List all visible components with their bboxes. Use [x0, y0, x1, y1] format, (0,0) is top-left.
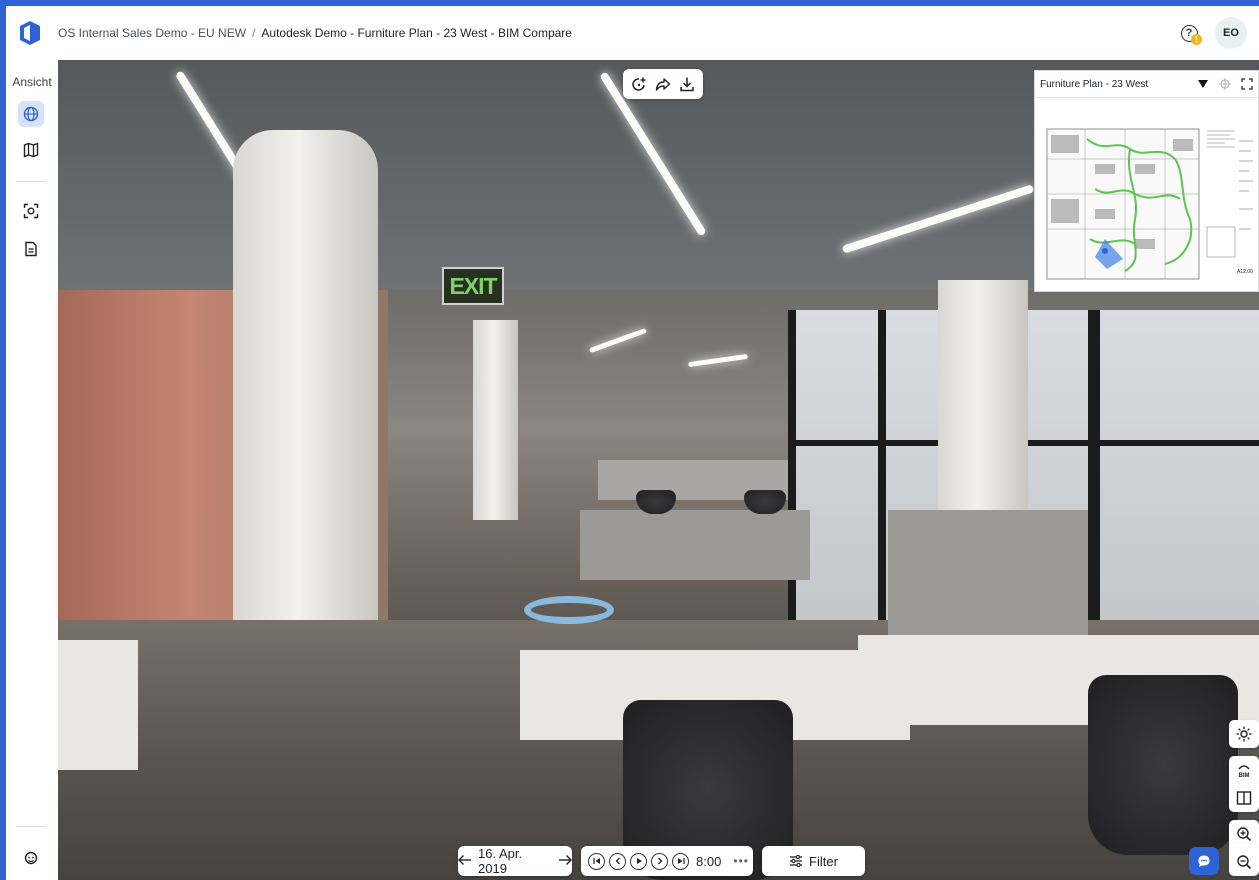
sidebar-item-capture[interactable] — [18, 198, 44, 224]
exit-sign: EXIT — [442, 267, 504, 305]
bim-icon: BIM — [1238, 765, 1250, 779]
help-button[interactable]: ? ! — [1175, 19, 1203, 47]
more-options-button[interactable]: ••• — [733, 854, 749, 868]
date-selector: 16. Apr. 2019 — [458, 846, 572, 876]
skip-to-start-button[interactable] — [588, 852, 605, 870]
zoom-in-button[interactable] — [1229, 820, 1259, 848]
arrow-right-icon — [559, 854, 572, 865]
zoom-out-icon — [1237, 855, 1252, 870]
filter-button[interactable]: Filter — [762, 846, 865, 876]
skip-end-icon — [677, 858, 685, 864]
skip-start-icon — [592, 858, 600, 864]
download-icon — [680, 77, 694, 92]
minimap-expand[interactable] — [1236, 73, 1258, 95]
panorama-viewer[interactable]: EXIT Furniture Plan - 23 West A12.00 BIM… — [58, 60, 1259, 880]
pillar — [473, 320, 518, 520]
zoom-in-icon — [1237, 827, 1252, 842]
viewer-toolbar — [623, 69, 703, 99]
desk — [58, 640, 138, 770]
share-button[interactable] — [653, 74, 673, 94]
zoom-out-button[interactable] — [1229, 848, 1259, 876]
split-view-button[interactable] — [1229, 784, 1259, 812]
add-capture-button[interactable] — [629, 74, 649, 94]
ceiling-light — [588, 327, 648, 354]
desk-partition — [580, 510, 810, 580]
chevron-left-icon — [615, 857, 620, 865]
add-capture-icon — [632, 77, 646, 91]
share-icon — [655, 78, 671, 91]
step-back-button[interactable] — [609, 852, 626, 870]
expand-icon — [1241, 78, 1253, 90]
previous-date-button[interactable] — [458, 854, 472, 869]
support-icon — [24, 851, 38, 865]
breadcrumb-separator: / — [252, 26, 256, 40]
sheet-id: A12.00 — [1237, 269, 1253, 275]
header: OS Internal Sales Demo - EU NEW / Autode… — [6, 6, 1259, 60]
capture-date[interactable]: 16. Apr. 2019 — [478, 846, 552, 876]
window-frame — [788, 310, 796, 640]
pillar — [233, 130, 378, 650]
sidebar-divider-bottom — [16, 826, 46, 827]
minimap-header: Furniture Plan - 23 West — [1035, 71, 1258, 98]
map-icon — [23, 142, 39, 158]
document-icon — [25, 241, 37, 257]
sidebar-item-map[interactable] — [18, 137, 44, 163]
chat-icon — [1198, 855, 1210, 867]
sidebar-item-360-view[interactable] — [18, 101, 44, 127]
minimap-panel: Furniture Plan - 23 West A12.00 — [1034, 70, 1259, 292]
minimap-title[interactable]: Furniture Plan - 23 West — [1040, 79, 1192, 90]
sidebar-item-support[interactable] — [18, 845, 44, 871]
sun-icon — [1236, 726, 1252, 742]
header-actions: ? ! EO — [1175, 17, 1247, 49]
window-frame — [878, 310, 886, 640]
split-view-icon — [1236, 791, 1252, 805]
breadcrumb-project[interactable]: OS Internal Sales Demo - EU NEW — [58, 26, 246, 40]
playback-controls: 8:00 ••• — [581, 846, 753, 876]
step-forward-button[interactable] — [651, 852, 668, 870]
window-frame — [1088, 310, 1100, 640]
breadcrumb-current: Autodesk Demo - Furniture Plan - 23 West… — [261, 26, 572, 40]
filter-label: Filter — [809, 853, 838, 869]
avatar[interactable]: EO — [1215, 17, 1247, 49]
minimap-locate[interactable] — [1214, 73, 1236, 95]
play-icon — [636, 858, 642, 864]
sidebar: Ansicht — [6, 60, 58, 880]
chevron-right-icon — [657, 857, 662, 865]
sidebar-label: Ansicht — [12, 75, 52, 89]
help-badge: ! — [1191, 34, 1202, 45]
play-button[interactable] — [630, 852, 647, 870]
crosshair-icon — [1219, 78, 1231, 90]
floor-plan[interactable]: A12.00 — [1035, 99, 1258, 291]
app-logo[interactable] — [18, 20, 42, 46]
globe-icon — [23, 106, 39, 122]
filter-icon — [790, 855, 803, 867]
navigation-target[interactable] — [524, 596, 614, 624]
ceiling-light — [687, 353, 749, 368]
breadcrumb: OS Internal Sales Demo - EU NEW / Autode… — [58, 26, 572, 40]
sidebar-divider — [16, 181, 46, 182]
brightness-button[interactable] — [1229, 720, 1259, 748]
caret-down-icon — [1198, 80, 1208, 88]
svg-text:BIM: BIM — [1239, 773, 1250, 779]
office-chair — [744, 490, 786, 514]
desk-partition — [888, 510, 1088, 650]
skip-to-end-button[interactable] — [672, 852, 689, 870]
arrow-left-icon — [458, 854, 471, 865]
chat-button[interactable] — [1189, 847, 1219, 875]
minimap-dropdown[interactable] — [1192, 73, 1214, 95]
download-button[interactable] — [677, 74, 697, 94]
bim-button[interactable]: BIM — [1229, 756, 1259, 784]
sidebar-item-documents[interactable] — [18, 236, 44, 262]
next-date-button[interactable] — [558, 854, 572, 869]
capture-icon — [23, 203, 39, 219]
capture-time[interactable]: 8:00 — [696, 854, 721, 869]
office-chair — [1088, 675, 1238, 855]
